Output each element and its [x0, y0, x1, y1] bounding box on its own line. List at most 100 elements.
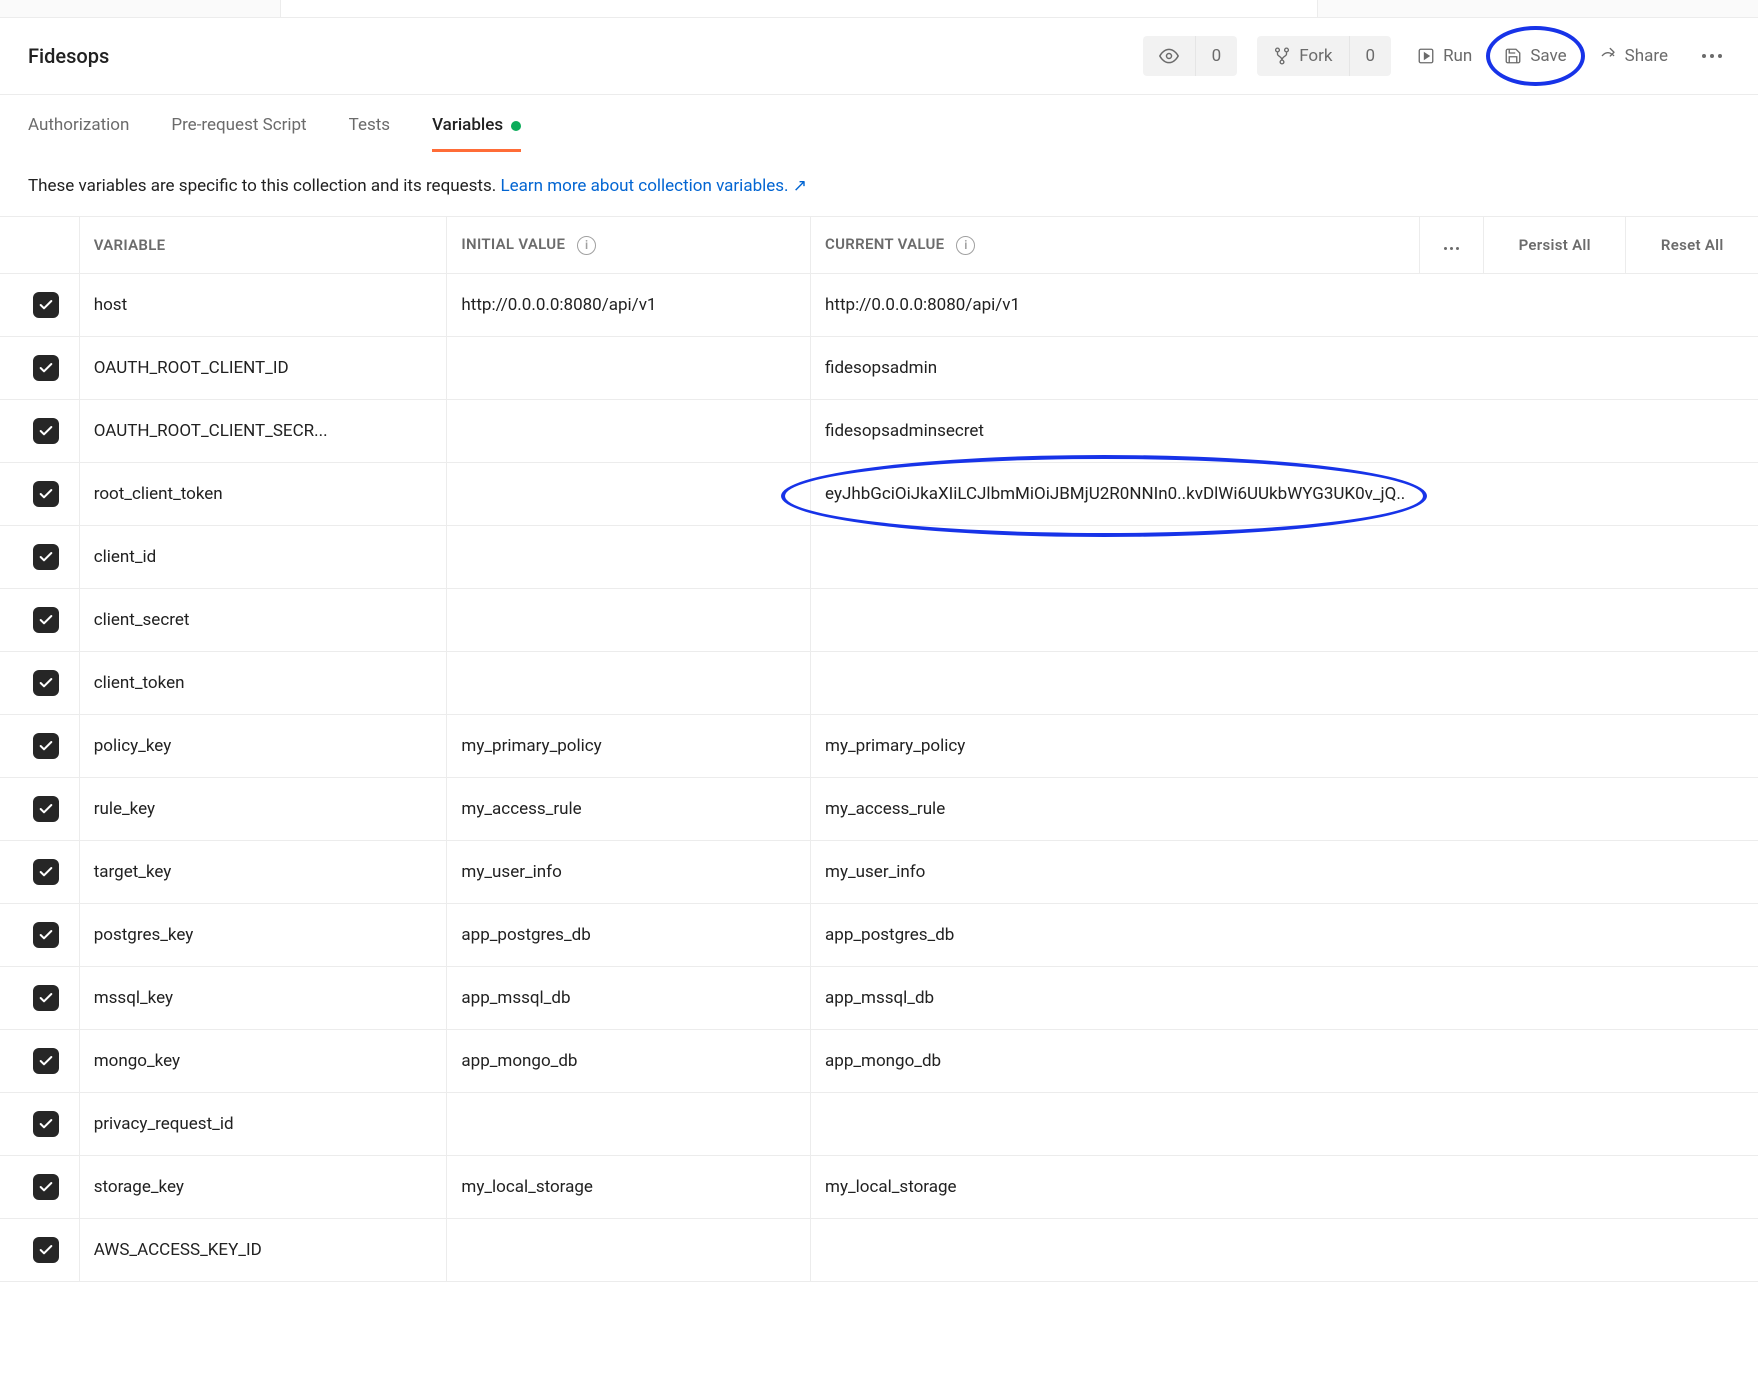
column-options-button[interactable] [1444, 247, 1459, 250]
table-header-row: VARIABLE INITIAL VALUE i CURRENT VALUE i… [0, 217, 1758, 274]
current-value-cell[interactable]: app_mongo_db [810, 1030, 1419, 1093]
share-icon [1599, 47, 1617, 65]
learn-more-link[interactable]: Learn more about collection variables. ↗ [500, 176, 807, 196]
table-row: hosthttp://0.0.0.0:8080/api/v1http://0.0… [0, 274, 1758, 337]
initial-value-cell[interactable] [446, 463, 810, 526]
variable-name-cell[interactable]: host [79, 274, 447, 337]
current-value-cell[interactable]: fidesopsadminsecret [810, 400, 1419, 463]
initial-value-cell[interactable] [446, 400, 810, 463]
variable-name-cell[interactable]: mssql_key [79, 967, 447, 1030]
tab-variables[interactable]: Variables [432, 115, 521, 152]
row-checkbox[interactable] [33, 418, 59, 444]
current-value-cell[interactable]: fidesopsadmin [810, 337, 1419, 400]
variable-name-cell[interactable]: AWS_ACCESS_KEY_ID [79, 1219, 447, 1282]
initial-value-cell[interactable] [446, 526, 810, 589]
header-actions: 0 Fork 0 Run [1143, 36, 1730, 76]
run-button[interactable]: Run [1411, 38, 1478, 74]
initial-value-cell[interactable]: my_user_info [446, 841, 810, 904]
initial-value-cell[interactable]: app_mongo_db [446, 1030, 810, 1093]
variable-name-cell[interactable]: policy_key [79, 715, 447, 778]
tab-authorization[interactable]: Authorization [28, 115, 129, 152]
variable-name-cell[interactable]: storage_key [79, 1156, 447, 1219]
row-checkbox[interactable] [33, 607, 59, 633]
info-icon[interactable]: i [577, 236, 596, 255]
row-checkbox[interactable] [33, 544, 59, 570]
current-value-cell[interactable]: my_access_rule [810, 778, 1419, 841]
current-value-cell[interactable] [810, 1219, 1419, 1282]
row-checkbox[interactable] [33, 292, 59, 318]
current-value-cell[interactable]: my_local_storage [810, 1156, 1419, 1219]
workspace-tab-active[interactable] [280, 0, 1318, 17]
row-checkbox[interactable] [33, 1237, 59, 1263]
more-options-button[interactable] [1694, 46, 1730, 66]
initial-value-cell[interactable]: app_postgres_db [446, 904, 810, 967]
tab-variables-label: Variables [432, 115, 503, 135]
current-value-cell[interactable]: app_postgres_db [810, 904, 1419, 967]
table-row: OAUTH_ROOT_CLIENT_ID fidesopsadmin [0, 337, 1758, 400]
initial-value-cell[interactable] [446, 652, 810, 715]
initial-value-cell[interactable]: my_local_storage [446, 1156, 810, 1219]
current-value-cell[interactable]: app_mssql_db [810, 967, 1419, 1030]
initial-value-cell[interactable] [446, 1093, 810, 1156]
row-checkbox[interactable] [33, 1048, 59, 1074]
table-row: privacy_request_id [0, 1093, 1758, 1156]
variable-name-cell[interactable]: rule_key [79, 778, 447, 841]
reset-all-button[interactable]: Reset All [1625, 217, 1758, 274]
variable-name-cell[interactable]: target_key [79, 841, 447, 904]
variable-name-cell[interactable]: OAUTH_ROOT_CLIENT_SECR... [79, 400, 447, 463]
row-checkbox[interactable] [33, 796, 59, 822]
tab-pre-request-script[interactable]: Pre-request Script [171, 115, 306, 152]
row-checkbox[interactable] [33, 481, 59, 507]
current-value-cell[interactable]: my_primary_policy [810, 715, 1419, 778]
variable-name-cell[interactable]: client_secret [79, 589, 447, 652]
current-value-cell[interactable]: eyJhbGciOiJkaXIiLCJlbmMiOiJBMjU2R0NNIn0.… [810, 463, 1419, 526]
current-value-cell[interactable] [810, 652, 1419, 715]
initial-value-cell[interactable]: my_access_rule [446, 778, 810, 841]
row-checkbox[interactable] [33, 985, 59, 1011]
initial-value-cell[interactable]: my_primary_policy [446, 715, 810, 778]
watch-count: 0 [1195, 36, 1238, 76]
column-header-variable: VARIABLE [94, 236, 166, 254]
fork-button-group[interactable]: Fork 0 [1257, 36, 1391, 76]
variable-name-cell[interactable]: client_id [79, 526, 447, 589]
variable-name-cell[interactable]: root_client_token [79, 463, 447, 526]
row-checkbox[interactable] [33, 1174, 59, 1200]
current-value-cell[interactable] [810, 526, 1419, 589]
initial-value-cell[interactable]: app_mssql_db [446, 967, 810, 1030]
run-label: Run [1443, 46, 1472, 66]
row-checkbox[interactable] [33, 355, 59, 381]
current-value-cell[interactable]: http://0.0.0.0:8080/api/v1 [810, 274, 1419, 337]
column-header-initial: INITIAL VALUE [461, 235, 565, 253]
variable-name-cell[interactable]: privacy_request_id [79, 1093, 447, 1156]
variable-name-cell[interactable]: client_token [79, 652, 447, 715]
initial-value-cell[interactable] [446, 337, 810, 400]
share-button[interactable]: Share [1593, 38, 1674, 74]
current-value-cell[interactable] [810, 1093, 1419, 1156]
table-row: policy_keymy_primary_policymy_primary_po… [0, 715, 1758, 778]
row-checkbox[interactable] [33, 859, 59, 885]
tab-tests[interactable]: Tests [349, 115, 390, 152]
fork-label: Fork [1299, 46, 1332, 66]
table-row: mongo_keyapp_mongo_dbapp_mongo_db [0, 1030, 1758, 1093]
table-row: client_token [0, 652, 1758, 715]
variable-name-cell[interactable]: OAUTH_ROOT_CLIENT_ID [79, 337, 447, 400]
variable-name-cell[interactable]: postgres_key [79, 904, 447, 967]
row-checkbox[interactable] [33, 1111, 59, 1137]
initial-value-cell[interactable] [446, 1219, 810, 1282]
unsaved-indicator-icon [511, 121, 521, 131]
initial-value-cell[interactable] [446, 589, 810, 652]
current-value-cell[interactable] [810, 589, 1419, 652]
save-button[interactable]: Save [1498, 38, 1572, 74]
row-checkbox[interactable] [33, 922, 59, 948]
persist-all-button[interactable]: Persist All [1483, 217, 1625, 274]
info-icon[interactable]: i [956, 236, 975, 255]
row-checkbox[interactable] [33, 670, 59, 696]
section-tabs: Authorization Pre-request Script Tests V… [0, 95, 1758, 152]
row-checkbox[interactable] [33, 733, 59, 759]
initial-value-cell[interactable]: http://0.0.0.0:8080/api/v1 [446, 274, 810, 337]
table-row: client_id [0, 526, 1758, 589]
variable-name-cell[interactable]: mongo_key [79, 1030, 447, 1093]
watch-button-group[interactable]: 0 [1143, 36, 1238, 76]
table-row: OAUTH_ROOT_CLIENT_SECR... fidesopsadminse… [0, 400, 1758, 463]
current-value-cell[interactable]: my_user_info [810, 841, 1419, 904]
